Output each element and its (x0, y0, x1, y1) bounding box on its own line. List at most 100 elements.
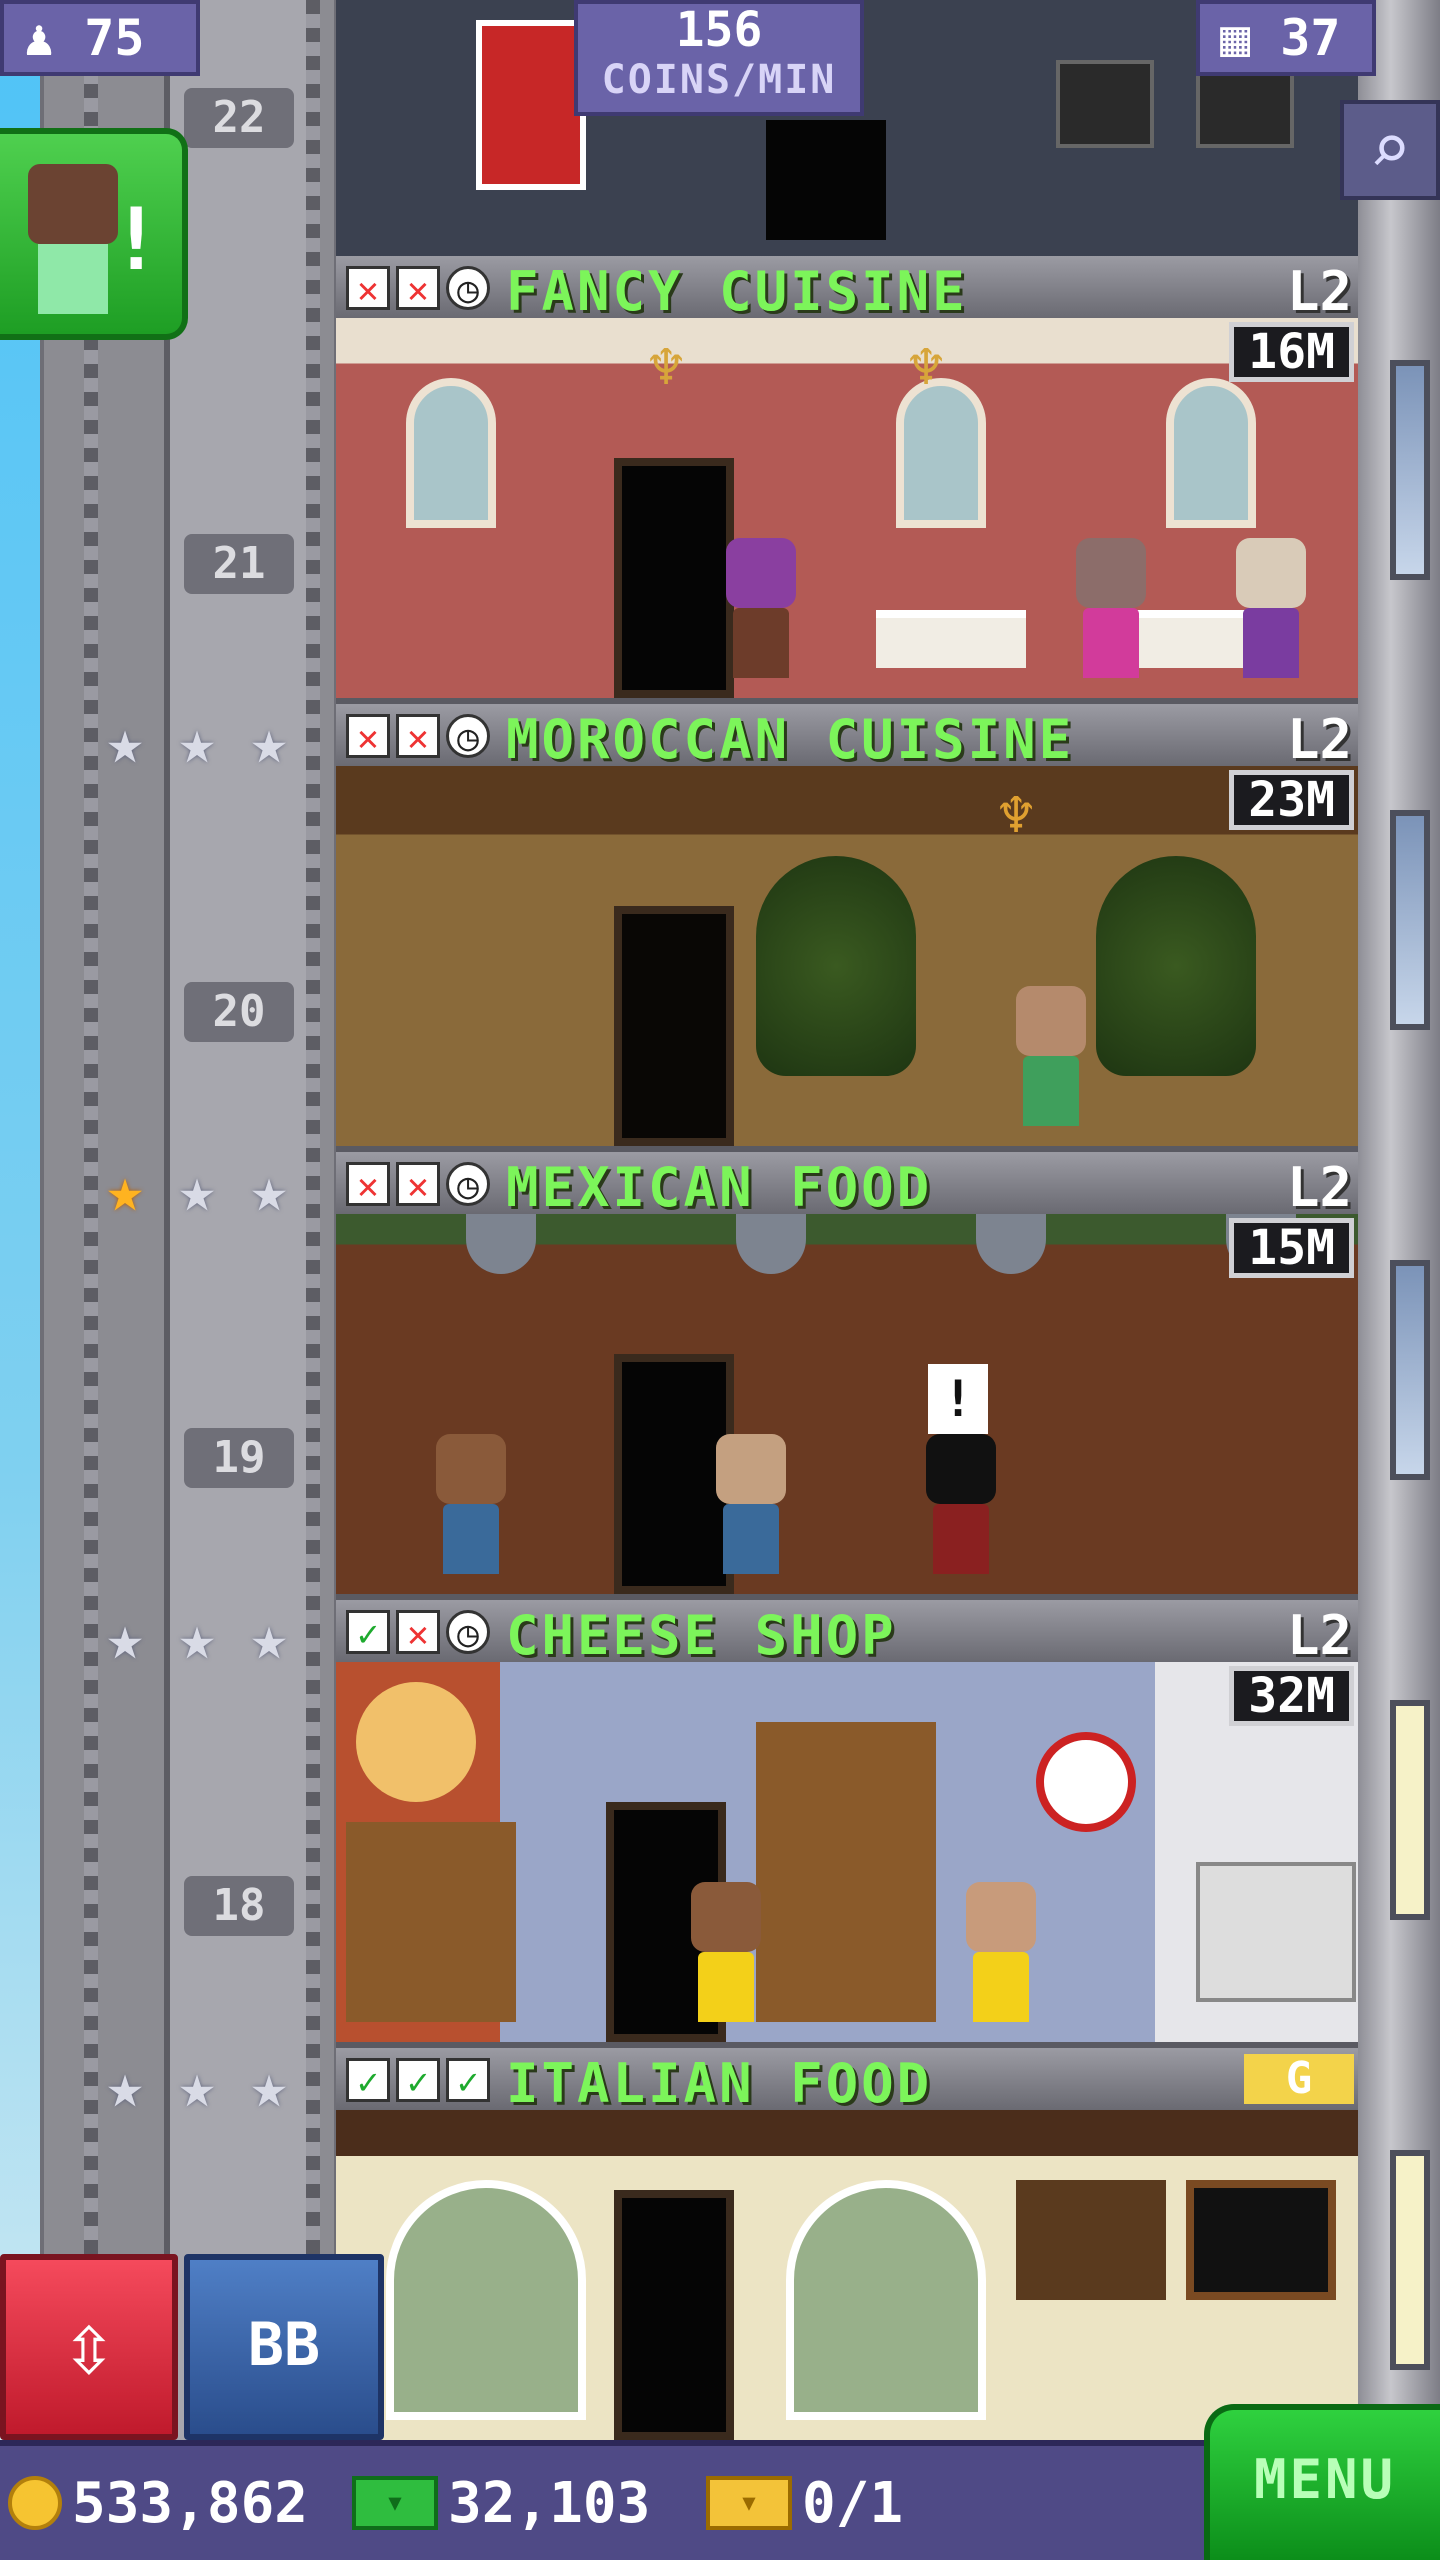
stocked-check-icon: ✓ (346, 2058, 390, 2103)
bitizen-sprite[interactable] (1076, 538, 1146, 678)
star-icon: ★ (106, 705, 144, 778)
room-door (614, 458, 734, 698)
bitizen-sprite[interactable] (926, 1434, 996, 1574)
floor-header: ✕ ✕ ◷ MEXICAN FOOD L2 (336, 1152, 1360, 1219)
chandelier-icon: ♆ (647, 333, 685, 403)
coins-per-min-unit: COINS/MIN (601, 57, 837, 103)
pendant-lamp (466, 1214, 536, 1274)
floor-name: CHEESE SHOP (506, 1604, 897, 1667)
arch-window (386, 2180, 586, 2420)
clock-icon: ◷ (446, 266, 490, 311)
rating-stars-moroccan: ★ ★ ★ (95, 705, 299, 778)
star-icon: ★ (250, 1153, 288, 1226)
stock-timer-badge: 23M (1229, 770, 1354, 830)
visitor-avatar (28, 164, 118, 314)
gold-badge: G (1244, 2054, 1354, 2104)
bitizen-sprite[interactable] (726, 538, 796, 678)
wine-rack (1016, 2180, 1166, 2300)
rating-stars-italian: ★ ★ ★ (95, 2049, 299, 2122)
person-icon: ♟ (24, 9, 55, 67)
population-counter[interactable]: ♟ 75 (0, 0, 200, 76)
shaft-rail-right (306, 0, 320, 2450)
unstocked-x-icon: ✕ (396, 266, 440, 311)
coins-value: 533,862 (72, 2470, 309, 2536)
floor-level: L2 (1286, 1604, 1352, 1667)
elevator-button[interactable]: ⇳ (0, 2254, 178, 2440)
floors-value: 37 (1280, 9, 1341, 67)
rating-stars-mexican: ★ ★ ★ (95, 1153, 299, 1226)
tickets-value: 0/1 (802, 2470, 904, 2536)
stocked-check-icon: ✓ (446, 2058, 490, 2103)
floor-name: MEXICAN FOOD (506, 1156, 933, 1219)
ticket-icon: ▾ (706, 2476, 792, 2530)
floor-number-20: 20 (184, 982, 294, 1042)
star-icon: ★ (106, 1601, 144, 1674)
floor-name: MOROCCAN CUISINE (506, 708, 1075, 771)
room-door (614, 906, 734, 1146)
star-icon: ★ (178, 1153, 216, 1226)
star-icon: ★ (106, 2049, 144, 2122)
building-icon: ▦ (1220, 9, 1251, 67)
tickets-counter[interactable]: ▾ 0/1 (706, 2446, 903, 2560)
unstocked-x-icon: ✕ (396, 1610, 440, 1655)
floor-name: FANCY CUISINE (506, 260, 968, 323)
clock-icon: ◷ (446, 714, 490, 759)
clock-icon: ◷ (446, 1610, 490, 1655)
bitizen-worker-sprite[interactable] (691, 1882, 761, 2022)
unstocked-x-icon: ✕ (396, 1162, 440, 1207)
star-icon: ★ (250, 705, 288, 778)
bitbook-button[interactable]: BB (184, 2254, 384, 2440)
star-icon: ★ (178, 2049, 216, 2122)
bitizen-sprite[interactable] (1016, 986, 1086, 1126)
computer-monitor (1056, 60, 1154, 148)
floor-number-19: 19 (184, 1428, 294, 1488)
visitor-button[interactable]: ! (0, 128, 188, 340)
stock-timer-badge: 15M (1229, 1218, 1354, 1278)
floor-name: ITALIAN FOOD (506, 2052, 933, 2115)
star-icon: ★ (250, 1601, 288, 1674)
up-down-arrows-icon: ⇳ (61, 2292, 117, 2397)
bitizen-worker-sprite[interactable] (966, 1882, 1036, 2022)
unstocked-x-icon: ✕ (396, 714, 440, 759)
room-interior (336, 2110, 1360, 2440)
floor-fancy-cuisine[interactable]: ✕ ✕ ◷ FANCY CUISINE L2 ♆ ♆ 16M (336, 256, 1360, 704)
bread-shelf (756, 1722, 936, 2022)
arch-window (1166, 378, 1256, 528)
coins-counter[interactable]: 533,862 (8, 2446, 308, 2560)
room-interior: ♆ ♆ (336, 318, 1360, 698)
status-icons: ✕ ✕ ◷ (346, 266, 490, 311)
bitizen-sprite[interactable] (1236, 538, 1306, 678)
wall-window (1390, 360, 1430, 580)
rating-stars-cheese: ★ ★ ★ (95, 1601, 299, 1674)
floor-moroccan-cuisine[interactable]: ✕ ✕ ◷ MOROCCAN CUISINE L2 ♆ 23M (336, 704, 1360, 1152)
status-icons: ✓ ✕ ◷ (346, 1610, 490, 1655)
bux-value: 32,103 (448, 2470, 651, 2536)
stocked-check-icon: ✓ (396, 2058, 440, 2103)
room-interior (336, 1662, 1360, 2042)
stock-timer-badge: 32M (1229, 1666, 1354, 1726)
bitizen-sprite[interactable] (716, 1434, 786, 1574)
status-icons: ✕ ✕ ◷ (346, 714, 490, 759)
floor-mexican-food[interactable]: ✕ ✕ ◷ MEXICAN FOOD L2 ! 15M (336, 1152, 1360, 1600)
floor-number-22: 22 (184, 88, 294, 148)
floor-header: ✕ ✕ ◷ FANCY CUISINE L2 (336, 256, 1360, 323)
floor-italian-food[interactable]: ✓ ✓ ✓ ITALIAN FOOD G (336, 2048, 1360, 2440)
no-smoking-sign (1036, 1732, 1136, 1832)
floor-header: ✓ ✓ ✓ ITALIAN FOOD G (336, 2048, 1360, 2115)
star-icon: ★ (250, 2049, 288, 2122)
search-button[interactable]: ⌕ (1340, 100, 1440, 200)
office-door (766, 120, 886, 240)
wall-window (1390, 810, 1430, 1030)
menu-button[interactable]: MENU (1204, 2404, 1440, 2560)
coins-per-min-panel[interactable]: 156 COINS/MIN (574, 0, 864, 116)
bux-counter[interactable]: ▾ 32,103 (352, 2446, 650, 2560)
floor-level: L2 (1286, 1156, 1352, 1219)
floor-cheese-shop[interactable]: ✓ ✕ ◷ CHEESE SHOP L2 32M (336, 1600, 1360, 2048)
dining-table (876, 610, 1026, 668)
menu-chalkboard (1186, 2180, 1336, 2300)
stocked-check-icon: ✓ (346, 1610, 390, 1655)
pendant-lamp (976, 1214, 1046, 1274)
wall-window (1390, 1260, 1430, 1480)
floors-counter[interactable]: ▦ 37 (1196, 0, 1376, 76)
bitizen-sprite[interactable] (436, 1434, 506, 1574)
